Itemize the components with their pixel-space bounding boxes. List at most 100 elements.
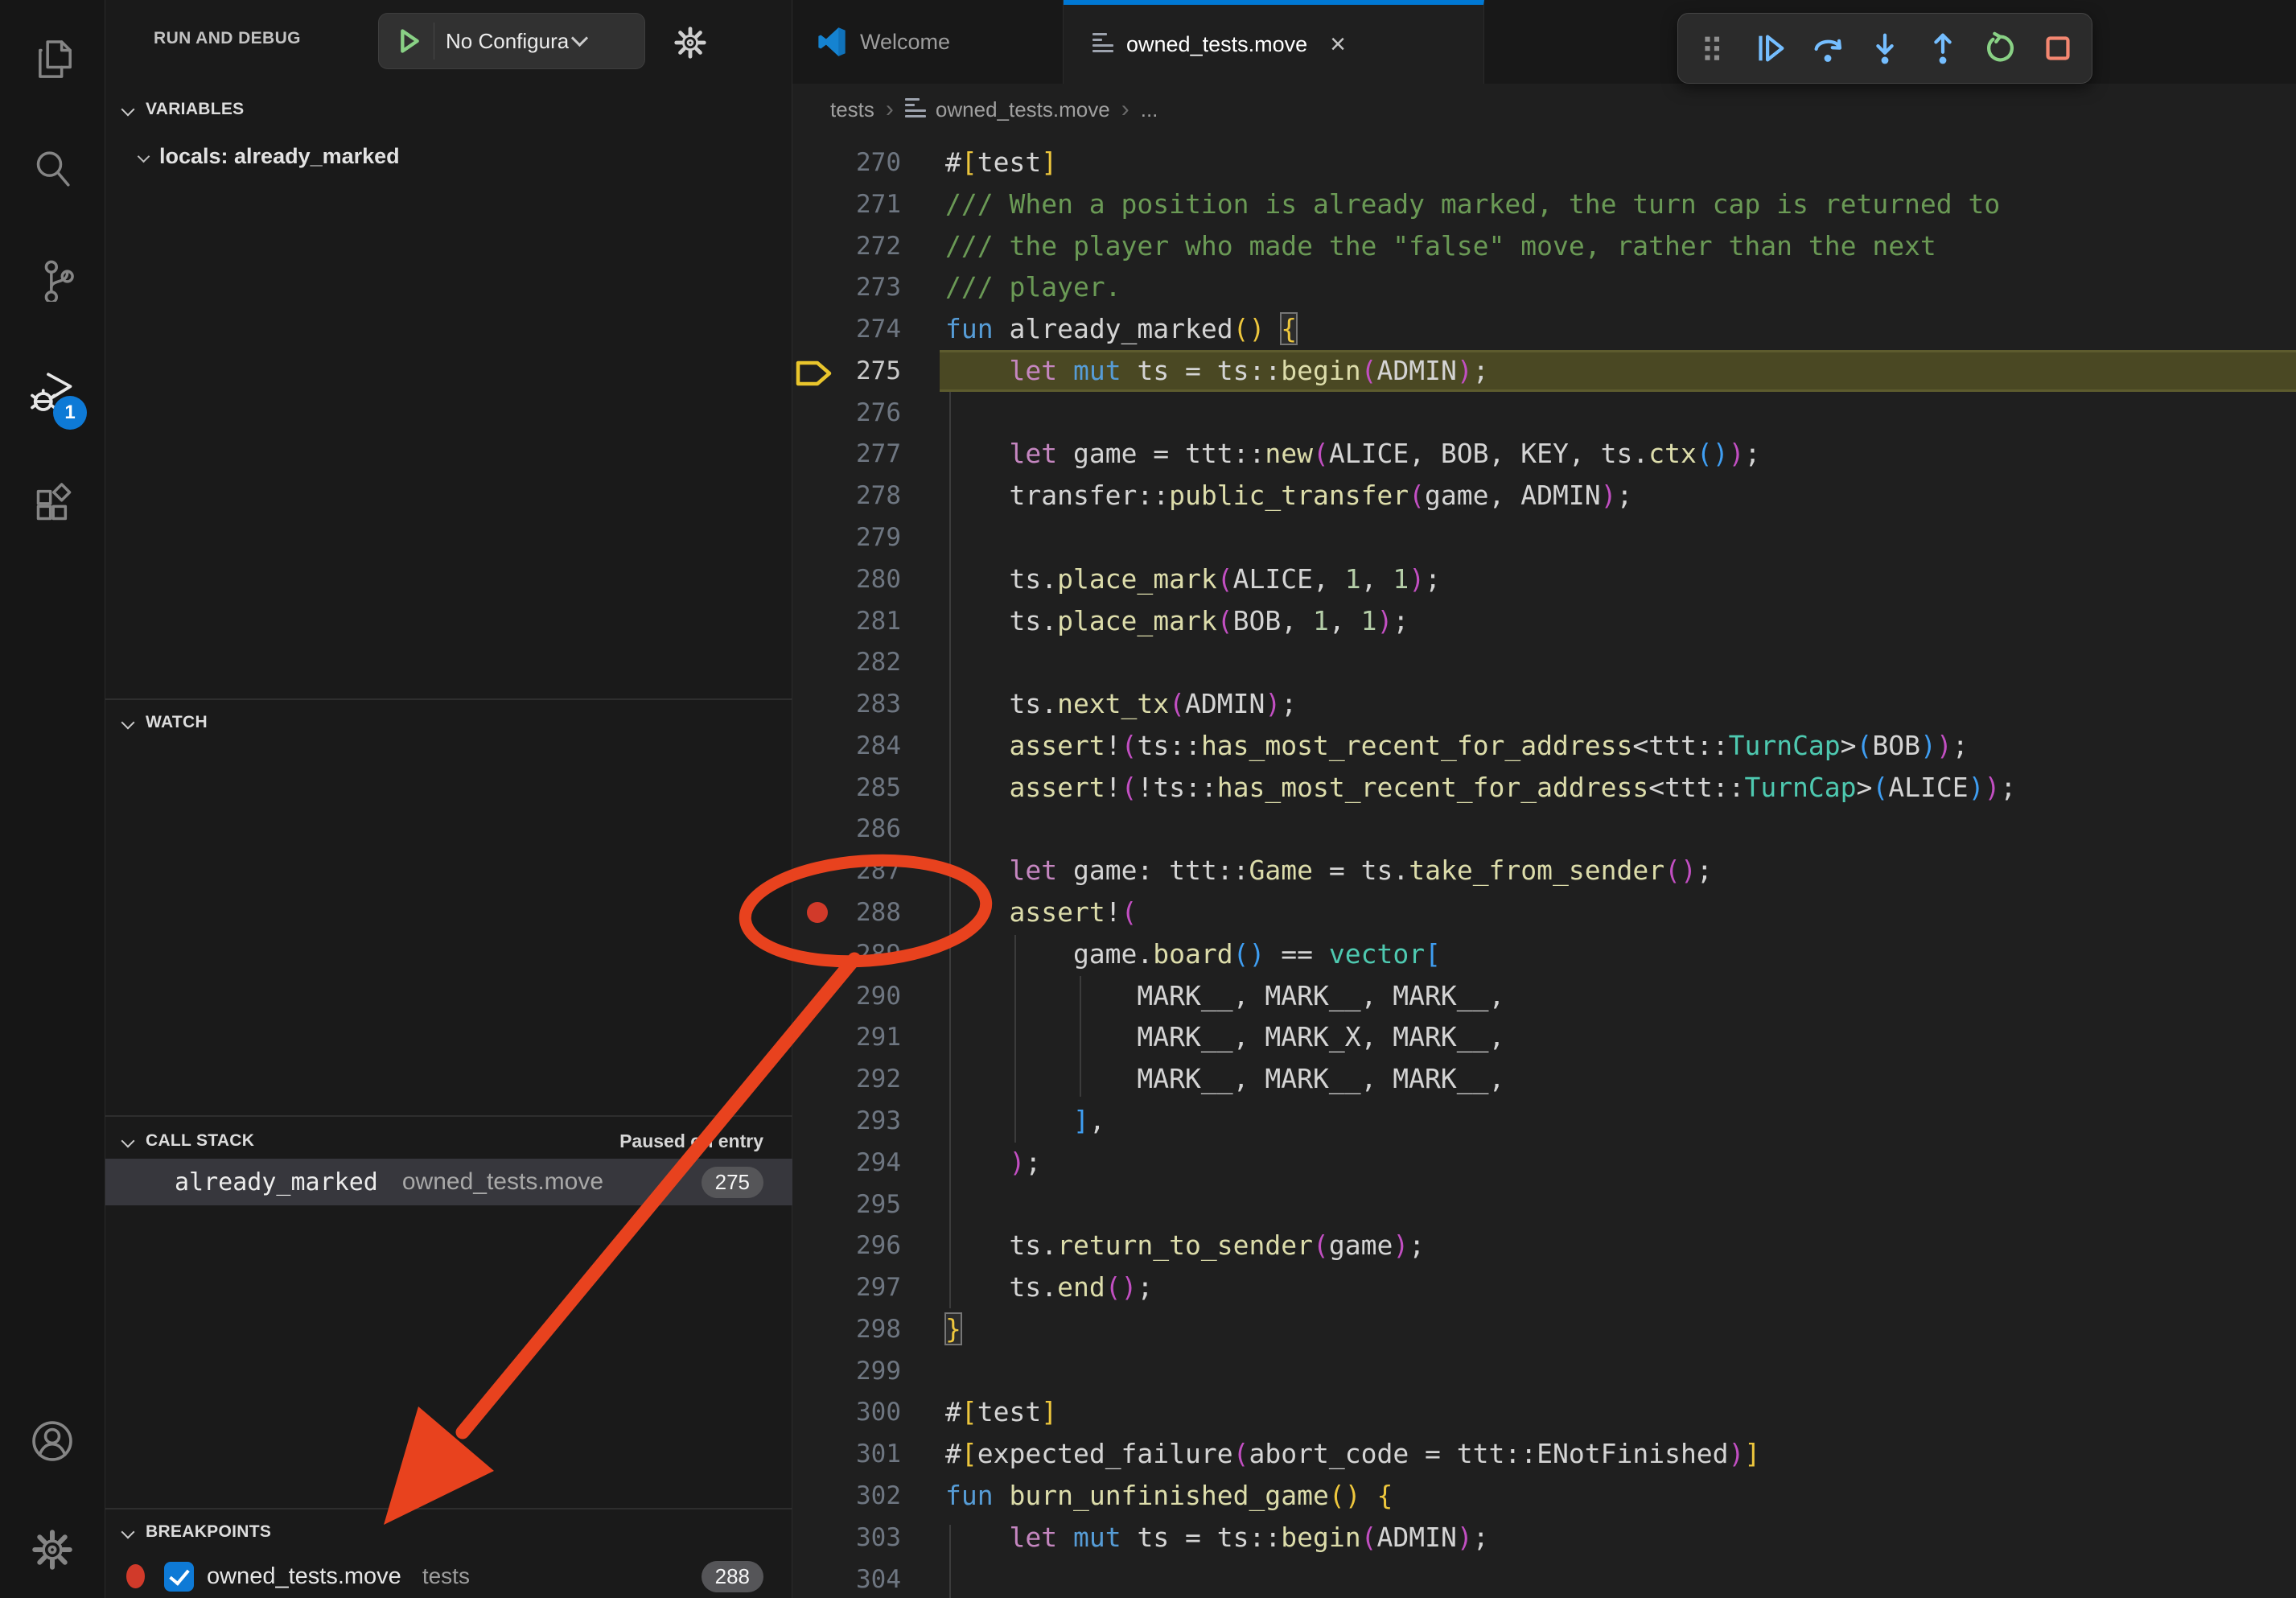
line-number-300[interactable]: 300 [825, 1391, 901, 1433]
line-number-304[interactable]: 304 [825, 1559, 901, 1598]
variables-scope-locals[interactable]: locals: already_marked [105, 135, 792, 177]
chevron-down-icon [121, 1526, 135, 1539]
breakpoints-section-header[interactable]: BREAKPOINTS [105, 1511, 792, 1553]
line-number-298[interactable]: 298 [825, 1308, 901, 1350]
source-control-icon[interactable] [0, 253, 105, 306]
breakpoint-enabled-checkbox[interactable] [164, 1562, 194, 1592]
chevron-down-icon [138, 150, 150, 163]
line-number-302[interactable]: 302 [825, 1475, 901, 1517]
line-number-274[interactable]: 274 [825, 308, 901, 350]
debug-config-label: No Configura [446, 29, 569, 54]
code-text: ts.return_to_sender(game); [945, 1225, 1425, 1266]
restart-icon[interactable] [1977, 25, 2023, 72]
line-number-301[interactable]: 301 [825, 1433, 901, 1475]
line-number-303[interactable]: 303 [825, 1517, 901, 1559]
code-line-295: 295 [792, 1184, 2296, 1225]
step-out-icon[interactable] [1920, 25, 1966, 72]
line-number-279[interactable]: 279 [825, 517, 901, 558]
line-number-294[interactable]: 294 [825, 1142, 901, 1184]
code-text: transfer::public_transfer(game, ADMIN); [945, 475, 1632, 517]
line-number-297[interactable]: 297 [825, 1266, 901, 1308]
line-number-285[interactable]: 285 [825, 767, 901, 809]
variables-section-header[interactable]: VARIABLES [105, 89, 792, 130]
line-number-296[interactable]: 296 [825, 1225, 901, 1266]
line-number-278[interactable]: 278 [825, 475, 901, 517]
code-line-281: 281 ts.place_mark(BOB, 1, 1); [792, 600, 2296, 642]
line-number-270[interactable]: 270 [825, 142, 901, 183]
run-and-debug-icon[interactable]: 1 [0, 367, 105, 420]
code-line-282: 282 [792, 641, 2296, 683]
extensions-icon[interactable] [0, 478, 105, 531]
breadcrumb: tests › owned_tests.move › ... [792, 84, 2296, 135]
step-over-icon[interactable] [1804, 25, 1851, 72]
breakpoint-list-item[interactable]: owned_tests.move tests 288 [105, 1555, 792, 1598]
chevron-down-icon [571, 29, 588, 46]
line-number-299[interactable]: 299 [825, 1350, 901, 1392]
watch-section-header[interactable]: WATCH [105, 702, 792, 743]
line-number-275[interactable]: 275 [825, 350, 901, 392]
line-number-277[interactable]: 277 [825, 433, 901, 475]
code-line-304: 304 [792, 1559, 2296, 1598]
activity-bar: 1 [0, 0, 105, 1598]
code-line-272: 272/// the player who made the "false" m… [792, 225, 2296, 267]
code-text: ts.end(); [945, 1266, 1153, 1308]
line-number-284[interactable]: 284 [825, 725, 901, 767]
line-number-291[interactable]: 291 [825, 1016, 901, 1058]
breadcrumb-chevron-icon: › [886, 96, 894, 123]
code-text: assert!(!ts::has_most_recent_for_address… [945, 767, 2016, 809]
account-icon[interactable] [0, 1415, 105, 1468]
code-line-285: 285 assert!(!ts::has_most_recent_for_add… [792, 767, 2296, 809]
line-number-295[interactable]: 295 [825, 1184, 901, 1225]
call-stack-frame-row[interactable]: already_marked owned_tests.move 275 [105, 1159, 792, 1205]
line-number-276[interactable]: 276 [825, 392, 901, 434]
debug-config-dropdown[interactable]: No Configura [378, 13, 645, 69]
line-number-282[interactable]: 282 [825, 641, 901, 683]
code-text: MARK__, MARK_X, MARK__, [945, 1016, 1504, 1058]
code-editor[interactable]: 270#[test]271/// When a position is alre… [792, 135, 2296, 1598]
line-number-280[interactable]: 280 [825, 558, 901, 600]
line-number-283[interactable]: 283 [825, 683, 901, 725]
code-text: MARK__, MARK__, MARK__, [945, 1058, 1504, 1100]
explorer-icon[interactable] [0, 32, 105, 85]
code-text: let game = ttt::new(ALICE, BOB, KEY, ts.… [945, 433, 1760, 475]
code-text: /// player. [945, 266, 1121, 308]
line-number-281[interactable]: 281 [825, 600, 901, 642]
stop-icon[interactable] [2035, 25, 2081, 72]
move-file-icon [905, 98, 926, 121]
code-text: ts.place_mark(BOB, 1, 1); [945, 600, 1409, 642]
line-number-287[interactable]: 287 [825, 850, 901, 892]
breadcrumb-symbol[interactable]: ... [1141, 97, 1158, 122]
breadcrumb-file[interactable]: owned_tests.move [936, 97, 1110, 122]
code-line-280: 280 ts.place_mark(ALICE, 1, 1); [792, 558, 2296, 600]
line-number-292[interactable]: 292 [825, 1058, 901, 1100]
line-number-290[interactable]: 290 [825, 975, 901, 1017]
tab-welcome[interactable]: Welcome [792, 0, 1064, 84]
code-line-296: 296 ts.return_to_sender(game); [792, 1225, 2296, 1266]
close-tab-icon[interactable]: × [1330, 31, 1346, 58]
debug-settings-gear-icon[interactable] [664, 16, 717, 69]
code-line-277: 277 let game = ttt::new(ALICE, BOB, KEY,… [792, 433, 2296, 475]
code-line-278: 278 transfer::public_transfer(game, ADMI… [792, 475, 2296, 517]
tab-owned-tests-move[interactable]: owned_tests.move × [1064, 0, 1484, 84]
line-number-271[interactable]: 271 [825, 183, 901, 225]
breadcrumb-chevron-icon: › [1121, 96, 1129, 123]
code-text: ts.place_mark(ALICE, 1, 1); [945, 558, 1441, 600]
line-number-272[interactable]: 272 [825, 225, 901, 267]
settings-gear-icon[interactable] [0, 1523, 105, 1576]
line-number-289[interactable]: 289 [825, 933, 901, 975]
line-number-293[interactable]: 293 [825, 1100, 901, 1142]
code-line-279: 279 [792, 517, 2296, 558]
drag-grip-icon[interactable] [1689, 25, 1736, 72]
continue-icon[interactable] [1747, 25, 1793, 72]
code-text: assert!(ts::has_most_recent_for_address<… [945, 725, 1969, 767]
line-number-286[interactable]: 286 [825, 808, 901, 850]
step-into-icon[interactable] [1862, 25, 1908, 72]
code-line-294: 294 ); [792, 1142, 2296, 1184]
breadcrumb-folder[interactable]: tests [830, 97, 874, 122]
line-number-288[interactable]: 288 [825, 892, 901, 933]
frame-line-badge: 275 [702, 1167, 763, 1198]
call-stack-section-header[interactable]: CALL STACK Paused on entry [105, 1120, 792, 1162]
paused-status-label: Paused on entry [619, 1131, 763, 1152]
line-number-273[interactable]: 273 [825, 266, 901, 308]
search-icon[interactable] [0, 142, 105, 196]
